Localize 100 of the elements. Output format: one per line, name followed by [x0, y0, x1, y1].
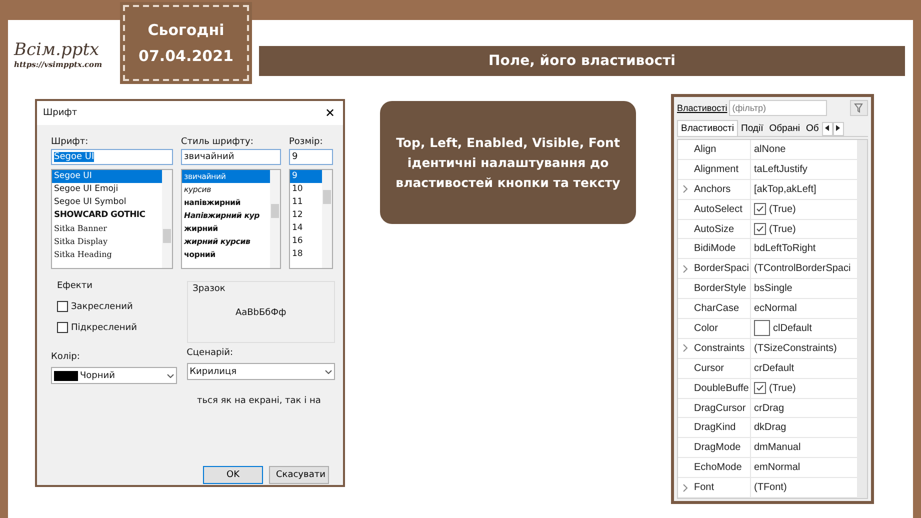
font-list-item[interactable]: Sitka Heading: [52, 248, 162, 261]
property-name: BorderStyle: [692, 279, 751, 298]
checkbox[interactable]: [754, 203, 766, 216]
size-input[interactable]: 9: [289, 149, 333, 165]
size-list-item[interactable]: 16: [290, 235, 322, 248]
property-name: DoubleBuffe: [692, 378, 751, 398]
size-list-item[interactable]: 11: [290, 196, 322, 209]
font-list-item[interactable]: Segoe UI Symbol: [52, 196, 162, 209]
property-value: dmManual: [754, 442, 801, 454]
color-value: Чорний: [80, 370, 115, 380]
size-list-item[interactable]: 10: [290, 183, 322, 196]
font-list-item[interactable]: Segoe UI: [52, 170, 162, 183]
font-list-item[interactable]: Sitka Display: [52, 235, 162, 248]
checkbox[interactable]: [57, 322, 68, 333]
color-label: Колір:: [51, 352, 81, 362]
dialog-button[interactable]: OK: [203, 466, 263, 484]
property-name: BidiMode: [692, 239, 751, 258]
scrollbar[interactable]: [162, 170, 172, 268]
filter-label: Властивості: [677, 103, 728, 113]
font-list-item[interactable]: Sitka Banner: [52, 222, 162, 235]
property-value: (True): [769, 382, 796, 394]
caret-icon: [325, 370, 332, 374]
property-name: Font: [692, 478, 751, 498]
property-value: crDefault: [754, 362, 794, 374]
note-text: ться як на екрані, так і на: [196, 395, 322, 406]
property-name: Cursor: [692, 358, 751, 378]
size-list-item[interactable]: 12: [290, 209, 322, 222]
property-value: taLeftJustify: [754, 164, 808, 175]
property-value: (True): [769, 224, 796, 234]
checkbox[interactable]: [57, 301, 68, 312]
logo-text: Всім.pptx: [14, 40, 100, 60]
scrollbar[interactable]: [270, 170, 280, 268]
expand-icon[interactable]: [682, 484, 688, 492]
sample-label: Зразок: [192, 284, 226, 294]
property-value: emNormal: [754, 462, 800, 474]
checkbox-label: Підкреслений: [71, 322, 137, 332]
tab[interactable]: Події: [738, 121, 766, 136]
property-value: ecNormal: [754, 303, 797, 314]
property-name: DragCursor: [692, 398, 751, 418]
property-value: crDrag: [754, 402, 784, 414]
effects-label: Ефекти: [57, 281, 94, 291]
tab[interactable]: Об: [802, 121, 822, 136]
property-value: [akTop,akLeft]: [754, 184, 816, 195]
tab[interactable]: Обрані: [766, 121, 803, 136]
size-list-item[interactable]: 18: [290, 248, 322, 261]
font-label: Шрифт:: [51, 137, 90, 147]
property-name: Align: [692, 140, 751, 159]
property-name: AutoSize: [692, 220, 751, 238]
scrollbar[interactable]: [857, 140, 867, 498]
dialog-title: Шрифт: [43, 108, 78, 118]
clear-filter-button[interactable]: [850, 100, 868, 116]
checkbox[interactable]: [754, 382, 766, 394]
color-swatch: [54, 370, 78, 380]
color-dropdown[interactable]: Чорний: [51, 367, 177, 384]
property-name: BorderSpaci: [692, 259, 751, 278]
script-value: Кирилиця: [190, 366, 237, 376]
property-name: Anchors: [692, 180, 751, 199]
funnel-icon: [854, 103, 864, 113]
property-value: bsSingle: [754, 283, 792, 294]
date-label: Сьогодні: [148, 21, 224, 39]
scroll-right-button[interactable]: [832, 122, 844, 136]
property-name: AutoSelect: [692, 200, 751, 219]
property-value: (TSizeConstraints): [754, 342, 837, 354]
font-list[interactable]: Segoe UI Segoe UI Emoji Segoe UI Symbol SHOWCARD GOTHIC Sitka Banner Sitka Display Sitka Heading: [51, 169, 173, 269]
color-swatch: [754, 320, 770, 336]
close-button[interactable]: ✕: [316, 106, 343, 120]
property-name: DragKind: [692, 418, 751, 438]
expand-icon[interactable]: [682, 185, 688, 194]
scrollbar[interactable]: [322, 170, 332, 268]
callout-text: Top, Left, Enabled, Visible, Font ідентичні налаштування до властивостей кнопки та тексту: [394, 134, 622, 192]
scroll-left-button[interactable]: [822, 122, 833, 136]
size-list-item[interactable]: 9: [290, 170, 322, 183]
script-dropdown[interactable]: Кирилиця: [186, 363, 335, 380]
property-name: Color: [692, 319, 751, 338]
left-triangle-icon: [825, 125, 830, 131]
property-name: Alignment: [692, 160, 751, 179]
property-name: EchoMode: [692, 458, 751, 478]
expand-icon[interactable]: [682, 264, 688, 273]
style-input[interactable]: звичайний: [181, 149, 281, 165]
date-text: 07.04.2021: [138, 47, 234, 65]
property-value: clDefault: [773, 322, 812, 334]
dialog-button[interactable]: Скасувати: [269, 466, 329, 484]
size-label: Розмір:: [289, 137, 324, 147]
property-value: (TFont): [754, 482, 787, 494]
property-name: DragMode: [692, 438, 751, 458]
size-list-item[interactable]: 14: [290, 222, 322, 235]
property-name: CharCase: [692, 299, 751, 318]
slide-title: Поле, його властивості: [488, 53, 676, 69]
checkbox-label: Закреслений: [71, 302, 133, 312]
property-name: Constraints: [692, 338, 751, 358]
filter-input[interactable]: (фільтр): [729, 100, 828, 116]
right-triangle-icon: [836, 125, 840, 131]
property-value: (TControlBorderSpaci: [754, 263, 851, 274]
font-list-item[interactable]: Segoe UI Emoji: [52, 183, 162, 196]
expand-icon[interactable]: [682, 344, 688, 352]
font-list-item[interactable]: SHOWCARD GOTHIC: [52, 209, 162, 222]
checkbox[interactable]: [754, 223, 766, 235]
size-list[interactable]: 9 10 11 12 14 16 18: [289, 169, 333, 269]
font-input[interactable]: Segoe UI: [51, 149, 173, 165]
tab[interactable]: Властивості: [677, 120, 738, 136]
